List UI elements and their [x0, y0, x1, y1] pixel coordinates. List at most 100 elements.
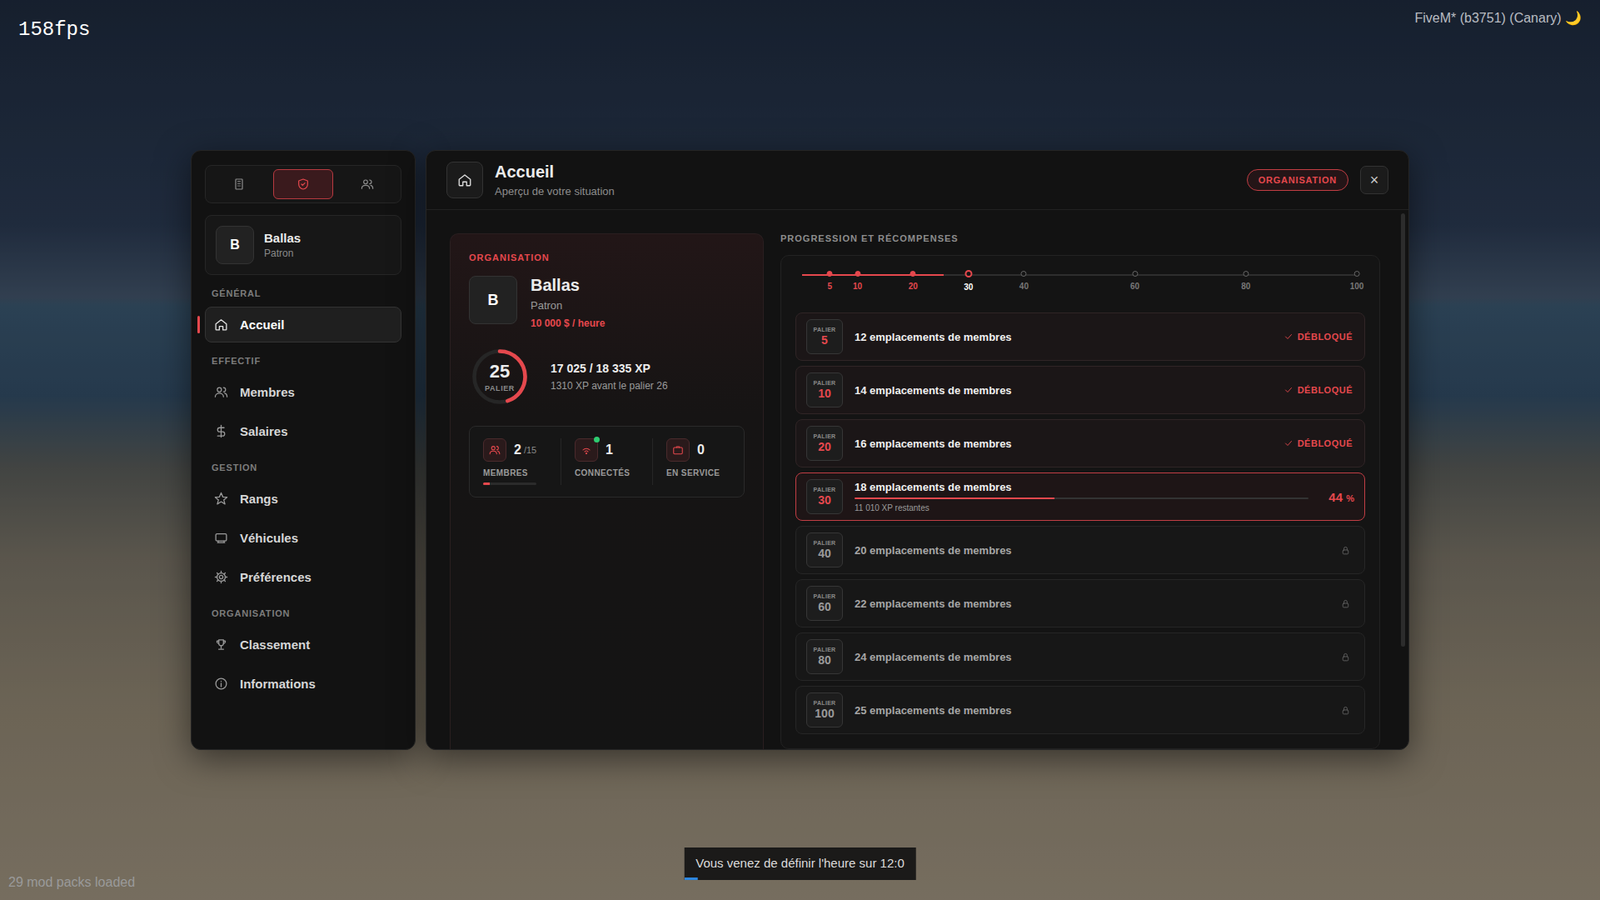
stat-bar: [483, 482, 537, 485]
tier-box: PALIER 60: [806, 585, 843, 621]
stat: 1 CONNECTÉS: [560, 438, 653, 485]
unlocked-status: DÉBLOQUÉ: [1283, 384, 1355, 395]
organisation-card: ORGANISATION B Ballas Patron 10 000 $ / …: [449, 233, 764, 749]
sidebar-item[interactable]: Préférences: [204, 558, 402, 595]
tier-box: PALIER 100: [806, 692, 843, 728]
xp-note: 1310 XP avant le palier 26: [550, 379, 668, 392]
org-avatar: B: [468, 275, 518, 324]
tier-box: PALIER 20: [806, 425, 843, 461]
sidebar-item[interactable]: Véhicules: [204, 519, 402, 556]
sidebar-item[interactable]: Rangs: [204, 480, 402, 517]
home-icon: [457, 172, 473, 188]
game-screen: 158fps FiveM* (b3751) (Canary) 🌙 29 mod …: [0, 0, 1600, 900]
sidebar-tab[interactable]: [336, 169, 398, 200]
section-title: GESTION: [204, 462, 402, 478]
tier-box: PALIER 5: [806, 319, 843, 354]
members-icon: [488, 443, 501, 456]
close-button[interactable]: ×: [1360, 165, 1389, 195]
active-marker: [197, 315, 200, 334]
header-icon-box: [446, 161, 484, 199]
unlocked-status: DÉBLOQUÉ: [1283, 331, 1355, 342]
reward-text: 18 emplacements de membres: [854, 480, 1309, 494]
tier-box: PALIER 30: [806, 478, 843, 514]
tier-box: PALIER 80: [806, 638, 843, 674]
timeline-point: 5: [827, 270, 833, 291]
sidebar-tab[interactable]: [209, 169, 270, 200]
card-label: ORGANISATION: [468, 252, 745, 263]
timeline-point: 80: [1241, 270, 1251, 291]
organisation-badge: ORGANISATION: [1246, 169, 1349, 191]
lock-icon: [1340, 544, 1351, 556]
tier-box: PALIER 40: [806, 532, 843, 568]
stat-label: MEMBRES: [483, 468, 548, 478]
check-icon: [1283, 438, 1294, 449]
org-name: Ballas: [530, 275, 605, 295]
unlocked-status: DÉBLOQUÉ: [1283, 438, 1355, 449]
org-role: Patron: [530, 299, 605, 312]
star-icon: [214, 491, 229, 506]
dollar-icon: [214, 423, 229, 439]
main-panel: Accueil Aperçu de votre situation ORGANI…: [425, 149, 1410, 750]
org-income: 10 000 $ / heure: [530, 317, 605, 329]
timeline-point: 40: [1019, 270, 1029, 291]
percent: 44 %: [1320, 489, 1355, 504]
reward-text: 16 emplacements de membres: [854, 437, 1272, 450]
building-icon: [232, 177, 246, 191]
nav-section: EFFECTIF Membres Salaires: [204, 355, 402, 449]
trophy-icon: [214, 637, 229, 652]
profile-name: Ballas: [264, 230, 301, 245]
sidebar-item[interactable]: Classement: [204, 626, 402, 663]
mods-label: 29 mod packs loaded: [8, 874, 135, 890]
notification: Vous venez de définir l'heure sur 12:0: [683, 847, 917, 880]
gear-icon: [214, 569, 229, 584]
lock-icon: [1340, 598, 1351, 609]
scrollbar[interactable]: [1400, 213, 1406, 647]
stats-box: 2 /15 MEMBRES 1 CONNECTÉS 0 EN SERVICE: [468, 425, 745, 498]
connected-icon: [580, 443, 593, 456]
stat-value: 1: [605, 442, 614, 458]
timeline: 5 10 20 30 40 60 80 100: [795, 274, 1366, 308]
reward-row: PALIER 100 25 emplacements de membres: [795, 685, 1366, 734]
reward-text: 22 emplacements de membres: [854, 597, 1329, 610]
check-icon: [1283, 384, 1294, 395]
service-icon: [672, 443, 684, 456]
menu: B Ballas Patron GÉNÉRAL Accueil EFFECTIF …: [190, 149, 1410, 750]
sidebar-item[interactable]: Membres: [204, 373, 402, 410]
content: ORGANISATION B Ballas Patron 10 000 $ / …: [426, 209, 1409, 749]
reward-row: PALIER 20 16 emplacements de membres DÉB…: [795, 418, 1366, 468]
reward-row: PALIER 60 22 emplacements de membres: [795, 578, 1366, 628]
tier-number: 25: [489, 360, 510, 383]
reward-text: 25 emplacements de membres: [854, 703, 1329, 717]
check-icon: [1283, 331, 1294, 342]
sidebar-tab[interactable]: [273, 169, 334, 200]
sidebar-item[interactable]: Accueil: [204, 306, 402, 343]
tab-group: [204, 164, 402, 204]
stat-icon-box: [483, 438, 507, 462]
stat: 0 EN SERVICE: [652, 438, 744, 485]
reward-row: PALIER 5 12 emplacements de membres DÉBL…: [795, 312, 1366, 361]
xp-remaining: 11 010 XP restantes: [854, 503, 1309, 513]
reward-text: 24 emplacements de membres: [854, 650, 1329, 663]
nav-section: GÉNÉRAL Accueil: [204, 288, 402, 343]
build-label: FiveM* (b3751) (Canary) 🌙: [1414, 9, 1582, 26]
sidebar-item[interactable]: Informations: [204, 665, 402, 702]
tier-ring: 25 PALIER: [468, 345, 531, 408]
reward-row: PALIER 80 24 emplacements de membres: [795, 632, 1366, 681]
sidebar: B Ballas Patron GÉNÉRAL Accueil EFFECTIF …: [190, 149, 416, 750]
reward-text: 14 emplacements de membres: [854, 383, 1272, 397]
stat-value: 0: [697, 442, 705, 458]
profile-card: B Ballas Patron: [204, 214, 402, 275]
stat: 2 /15 MEMBRES: [469, 438, 561, 485]
progression-box: 5 10 20 30 40 60 80 100 PALIER 5 12 empl…: [780, 254, 1381, 749]
sidebar-item[interactable]: Salaires: [204, 413, 402, 449]
stat-icon-box: [666, 438, 690, 462]
progression-section: PROGRESSION ET RÉCOMPENSES 5 10 20 30 40…: [780, 233, 1381, 749]
tier-label: PALIER: [484, 383, 515, 393]
section-title: PROGRESSION ET RÉCOMPENSES: [780, 233, 1381, 250]
page-subtitle: Aperçu de votre situation: [494, 184, 1236, 198]
stat-label: CONNECTÉS: [574, 468, 639, 478]
timeline-point: 60: [1130, 270, 1140, 291]
lock-icon: [1340, 704, 1351, 716]
xp-value: 17 025 / 18 335 XP: [550, 361, 668, 375]
reward-text: 12 emplacements de membres: [854, 330, 1272, 344]
